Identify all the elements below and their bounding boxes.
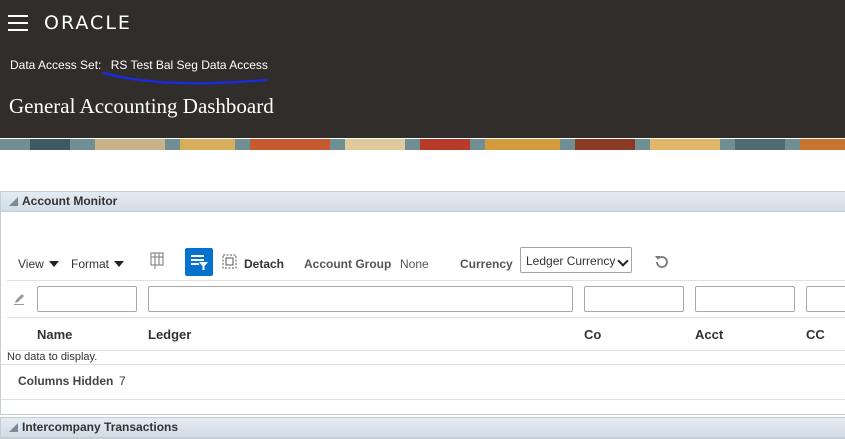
- table-header-row: Name Ledger Co Acct CC: [7, 317, 845, 351]
- collapse-triangle-icon[interactable]: [9, 197, 18, 206]
- freeze-columns-icon[interactable]: [150, 252, 166, 270]
- view-menu[interactable]: View: [18, 257, 59, 271]
- account-monitor-title: Account Monitor: [22, 194, 118, 208]
- co-filter-input[interactable]: [584, 286, 684, 312]
- column-header-co[interactable]: Co: [584, 327, 601, 342]
- page-title: General Accounting Dashboard: [9, 94, 274, 118]
- page-header: ORACLE Data Access Set: RS Test Bal Seg …: [0, 0, 845, 138]
- format-menu-label: Format: [71, 257, 110, 271]
- currency-select[interactable]: Ledger Currency: [520, 247, 632, 273]
- intercompany-title: Intercompany Transactions: [22, 420, 179, 434]
- no-data-message: No data to display.: [7, 351, 98, 363]
- currency-label: Currency: [460, 257, 513, 271]
- intercompany-header[interactable]: Intercompany Transactions: [1, 418, 845, 438]
- column-header-name[interactable]: Name: [37, 327, 72, 342]
- oracle-logo[interactable]: ORACLE: [44, 12, 132, 34]
- columns-hidden-count[interactable]: 7: [119, 374, 126, 388]
- data-access-set-label: Data Access Set:: [10, 58, 102, 72]
- columns-hidden-footer: Columns Hidden 7: [1, 364, 845, 400]
- pencil-icon: [14, 294, 24, 305]
- filter-icon: [191, 255, 208, 270]
- chevron-down-icon: [617, 255, 629, 267]
- cc-filter-input[interactable]: [806, 286, 845, 312]
- detach-button[interactable]: Detach: [244, 257, 284, 271]
- acct-filter-input[interactable]: [695, 286, 795, 312]
- intercompany-panel: Intercompany Transactions: [0, 417, 845, 439]
- query-by-example-button[interactable]: [185, 248, 213, 276]
- account-monitor-header[interactable]: Account Monitor: [1, 192, 845, 212]
- columns-hidden-label: Columns Hidden: [18, 374, 114, 388]
- collapse-triangle-icon[interactable]: [9, 423, 18, 432]
- name-filter-input[interactable]: [37, 286, 137, 312]
- account-group-label: Account Group: [304, 257, 392, 271]
- chevron-down-icon: [48, 261, 59, 267]
- account-monitor-panel: Account Monitor View Format Detach Accou…: [0, 191, 845, 415]
- column-header-cc[interactable]: CC: [806, 327, 825, 342]
- table-toolbar: View Format Detach Account Group None Cu…: [1, 247, 845, 278]
- account-group-value: None: [400, 257, 429, 271]
- ledger-filter-input[interactable]: [148, 286, 573, 312]
- view-menu-label: View: [18, 257, 44, 271]
- decorative-banner: [0, 138, 845, 150]
- refresh-icon[interactable]: [653, 253, 671, 271]
- column-header-acct[interactable]: Acct: [695, 327, 723, 342]
- chevron-down-icon: [114, 261, 125, 267]
- detach-icon[interactable]: [222, 254, 237, 269]
- currency-select-value: Ledger Currency: [526, 254, 616, 268]
- column-header-ledger[interactable]: Ledger: [148, 327, 191, 342]
- format-menu[interactable]: Format: [71, 257, 125, 271]
- hamburger-menu-icon[interactable]: [8, 15, 28, 31]
- qbe-filter-row: [7, 280, 845, 318]
- annotation-underline: [102, 71, 268, 85]
